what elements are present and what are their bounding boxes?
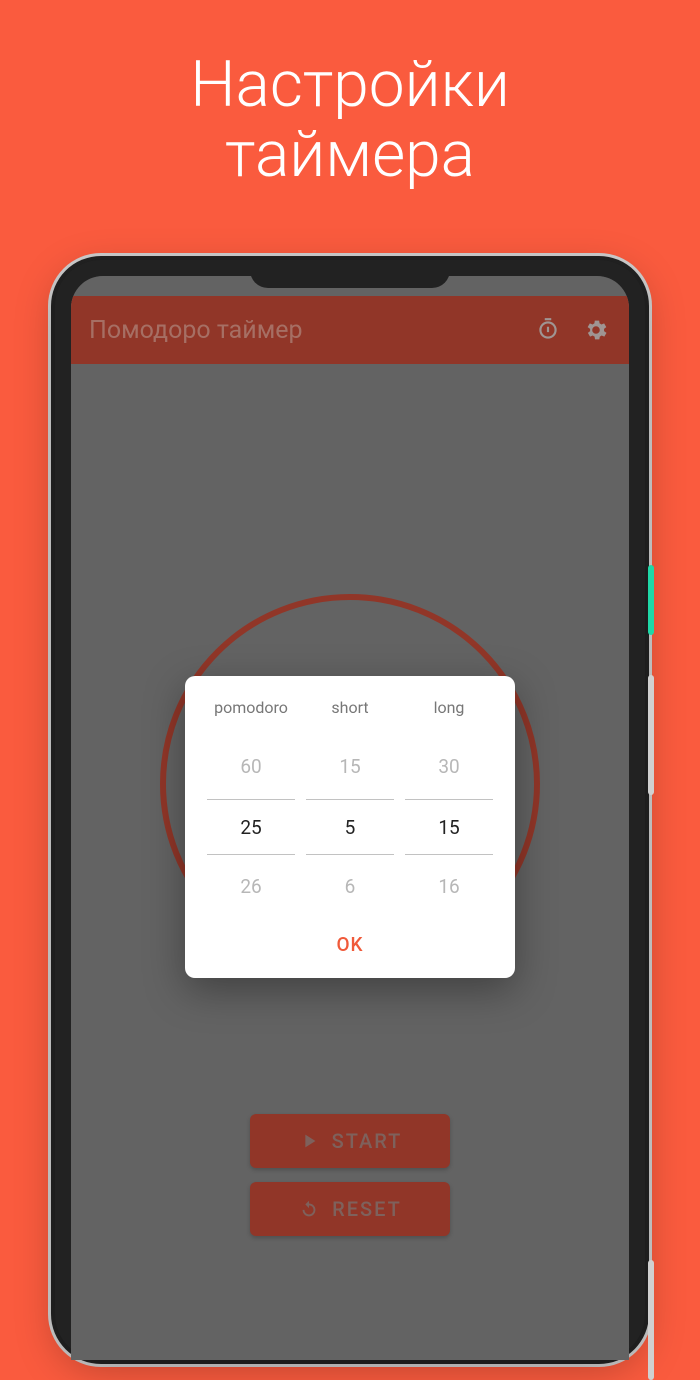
promo-title: Настройки таймера [0, 0, 700, 231]
picker-next-value[interactable]: 26 [207, 859, 295, 915]
ok-button[interactable]: OK [207, 915, 493, 962]
picker-prev-value[interactable]: 60 [207, 739, 295, 795]
promo-line-1: Настройки [190, 47, 510, 122]
picker-col-long[interactable]: long 30 15 16 [405, 698, 493, 915]
promo-line-2: таймера [225, 117, 475, 192]
phone-side-button [648, 675, 654, 795]
picker-col-short[interactable]: short 15 5 6 [306, 698, 394, 915]
phone-frame: Помодоро таймер START RESET [55, 260, 645, 1360]
phone-side-button [648, 565, 654, 635]
picker-row: pomodoro 60 25 26 short 15 5 6 long 30 1… [207, 698, 493, 915]
picker-selected-value[interactable]: 15 [405, 799, 493, 855]
phone-screen: Помодоро таймер START RESET [71, 276, 629, 1360]
picker-selected-value[interactable]: 25 [207, 799, 295, 855]
picker-label: pomodoro [207, 698, 295, 717]
picker-next-value[interactable]: 16 [405, 859, 493, 915]
timer-settings-dialog: pomodoro 60 25 26 short 15 5 6 long 30 1… [185, 676, 515, 978]
picker-label: long [405, 698, 493, 717]
picker-prev-value[interactable]: 30 [405, 739, 493, 795]
picker-label: short [306, 698, 394, 717]
phone-side-button [648, 1260, 654, 1380]
picker-next-value[interactable]: 6 [306, 859, 394, 915]
phone-notch [250, 260, 450, 288]
picker-col-pomodoro[interactable]: pomodoro 60 25 26 [207, 698, 295, 915]
picker-prev-value[interactable]: 15 [306, 739, 394, 795]
picker-selected-value[interactable]: 5 [306, 799, 394, 855]
